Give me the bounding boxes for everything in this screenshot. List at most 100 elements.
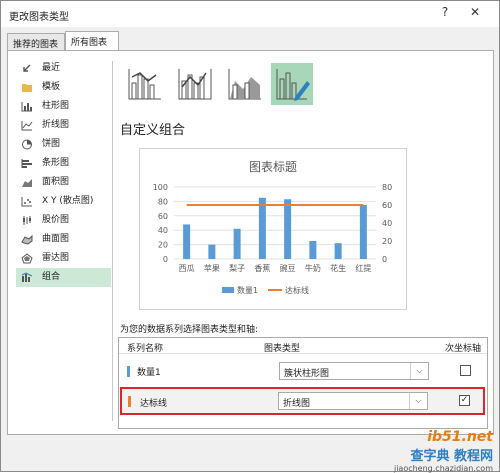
- watermark-line2: 查字典 教程网: [410, 449, 493, 464]
- change-chart-type-dialog: 更改图表类型 ? ✕ 推荐的图表 所有图表 最近 模板 柱形图 折线图 饼图 条…: [0, 0, 500, 473]
- y2-tick-label: 0: [382, 255, 387, 264]
- tab-all-charts[interactable]: 所有图表: [65, 31, 119, 52]
- sidebar-item-templates[interactable]: 模板: [16, 78, 111, 97]
- y2-tick-label: 80: [382, 183, 392, 192]
- sidebar-item-area[interactable]: 面积图: [16, 173, 111, 192]
- chevron-down-icon[interactable]: ⌵: [409, 393, 427, 409]
- sidebar-item-stock[interactable]: 股价图: [16, 211, 111, 230]
- x-tick-label: 西瓜: [179, 264, 195, 273]
- bar: [208, 244, 216, 259]
- combo-area-column-thumb[interactable]: [223, 63, 265, 105]
- stock-chart-icon: [23, 216, 31, 225]
- sidebar-item-label: 模板: [42, 82, 61, 92]
- x-tick-label: 梨子: [229, 263, 245, 273]
- area-column-combo-icon: [228, 69, 261, 100]
- dialog-title: 更改图表类型: [9, 12, 69, 23]
- chart-type-list: 最近 模板 柱形图 折线图 饼图 条形图 面积图 X Y (散点图) 股价图 曲…: [16, 59, 111, 287]
- chart-preview-svg: 图表标题 0 20 40 60 80 100 0 20 40 60 80 西瓜 苹果 梨子 香蕉 豌豆 牛奶 花生红…: [153, 160, 392, 295]
- y2-tick-label: 40: [382, 219, 392, 228]
- sidebar-item-label: 条形图: [42, 158, 70, 168]
- sidebar-item-bar[interactable]: 条形图: [16, 154, 111, 173]
- pie-chart-icon: [22, 139, 32, 150]
- sidebar-item-recent[interactable]: 最近: [16, 59, 111, 78]
- sidebar-item-column[interactable]: 柱形图: [16, 97, 111, 116]
- chart-type-dropdown[interactable]: 簇状柱形图 ⌵: [279, 362, 429, 380]
- series-color-swatch: [128, 396, 131, 407]
- custom-combo-pencil-icon: [276, 69, 310, 101]
- series-select-label: 为您的数据系列选择图表类型和轴:: [120, 325, 259, 335]
- secondary-axis-checkbox[interactable]: ✓: [459, 395, 470, 406]
- combo-column-line-secondary-thumb[interactable]: [173, 63, 215, 105]
- y2-tick-label: 60: [382, 201, 392, 210]
- legend-swatch: [222, 287, 234, 293]
- all-charts-panel: 最近 模板 柱形图 折线图 饼图 条形图 面积图 X Y (散点图) 股价图 曲…: [7, 50, 494, 435]
- y2-tick-label: 20: [382, 237, 392, 246]
- bar: [359, 205, 367, 259]
- sidebar-item-pie[interactable]: 饼图: [16, 135, 111, 154]
- chart-preview: 图表标题 0 20 40 60 80 100 0 20 40 60 80 西瓜 苹果 梨子 香蕉 豌豆 牛奶 花生红…: [139, 148, 407, 310]
- sidebar-item-label: 最近: [42, 63, 61, 73]
- sidebar-item-label: X Y (散点图): [42, 196, 94, 206]
- chart-type-dropdown[interactable]: 折线图 ⌵: [278, 392, 428, 410]
- secondary-axis-checkbox[interactable]: [460, 365, 471, 376]
- highlighted-series-row: 达标线 折线图 ⌵ ✓: [120, 387, 485, 415]
- bar: [183, 224, 191, 259]
- template-folder-icon: [22, 84, 32, 92]
- sidebar-item-label: 面积图: [42, 177, 70, 187]
- sidebar-item-label: 股价图: [42, 215, 70, 225]
- sidebar-item-surface[interactable]: 曲面图: [16, 230, 111, 249]
- column-chart-icon: [21, 102, 32, 112]
- bar: [309, 241, 317, 259]
- chevron-down-icon[interactable]: ⌵: [410, 363, 428, 379]
- line-chart-icon: [21, 121, 33, 131]
- area-chart-icon: [22, 179, 32, 187]
- radar-chart-icon: [21, 253, 33, 264]
- close-button[interactable]: ✕: [467, 5, 483, 19]
- sidebar-item-line[interactable]: 折线图: [16, 116, 111, 135]
- help-button[interactable]: ?: [437, 5, 453, 19]
- sidebar-item-radar[interactable]: 雷达图: [16, 249, 111, 268]
- bar-chart-icon: [21, 159, 32, 168]
- watermark-line1: ib51.net: [427, 429, 493, 445]
- sidebar-item-scatter[interactable]: X Y (散点图): [16, 192, 111, 211]
- dropdown-value: 折线图: [283, 399, 311, 409]
- combo-chart-icon: [21, 272, 33, 282]
- bar: [334, 243, 342, 259]
- series-name: 达标线: [140, 399, 168, 409]
- dropdown-value: 簇状柱形图: [284, 369, 330, 379]
- bar: [233, 228, 241, 259]
- header-divider: [119, 353, 487, 354]
- sidebar-item-label: 折线图: [42, 120, 70, 130]
- scatter-chart-icon: [21, 197, 32, 207]
- sidebar-item-label: 组合: [42, 272, 61, 282]
- section-title: 自定义组合: [120, 123, 186, 138]
- bar: [258, 197, 266, 259]
- x-tick-label: 牛奶: [305, 263, 321, 273]
- watermark: ib51.net 查字典 教程网 jiaocheng.chazidian.com: [394, 429, 493, 473]
- series-table: 系列名称 图表类型 次坐标轴 数量1 簇状柱形图 ⌵: [118, 337, 488, 429]
- column-line-combo-icon: [128, 69, 161, 100]
- x-tick-label: 花生: [330, 263, 346, 273]
- x-tick-label: 苹果: [204, 263, 220, 273]
- custom-combination-thumb[interactable]: [271, 63, 313, 105]
- tab-recommended-charts[interactable]: 推荐的图表: [7, 33, 65, 51]
- combo-clustered-column-line-thumb[interactable]: [123, 63, 165, 105]
- sidebar-item-label: 柱形图: [42, 101, 70, 111]
- legend-label: 数量1: [237, 285, 258, 295]
- sidebar-divider: [112, 61, 113, 421]
- sidebar-item-label: 雷达图: [42, 253, 70, 263]
- x-tick-label: 豌豆: [280, 263, 296, 273]
- y-tick-label: 60: [158, 212, 168, 221]
- legend-label: 达标线: [285, 285, 309, 295]
- x-tick-label: 香蕉: [254, 263, 270, 273]
- y-tick-label: 40: [158, 226, 168, 235]
- x-tick-label: 红提: [355, 263, 371, 273]
- sidebar-item-label: 曲面图: [42, 234, 70, 244]
- sidebar-item-combo[interactable]: 组合: [16, 268, 111, 287]
- surface-chart-icon: [21, 234, 33, 245]
- series-color-swatch: [127, 366, 130, 377]
- chart-title: 图表标题: [249, 160, 297, 174]
- recent-icon: [23, 64, 31, 72]
- title-bar: 更改图表类型 ? ✕: [1, 1, 499, 27]
- sidebar-item-label: 饼图: [42, 139, 61, 149]
